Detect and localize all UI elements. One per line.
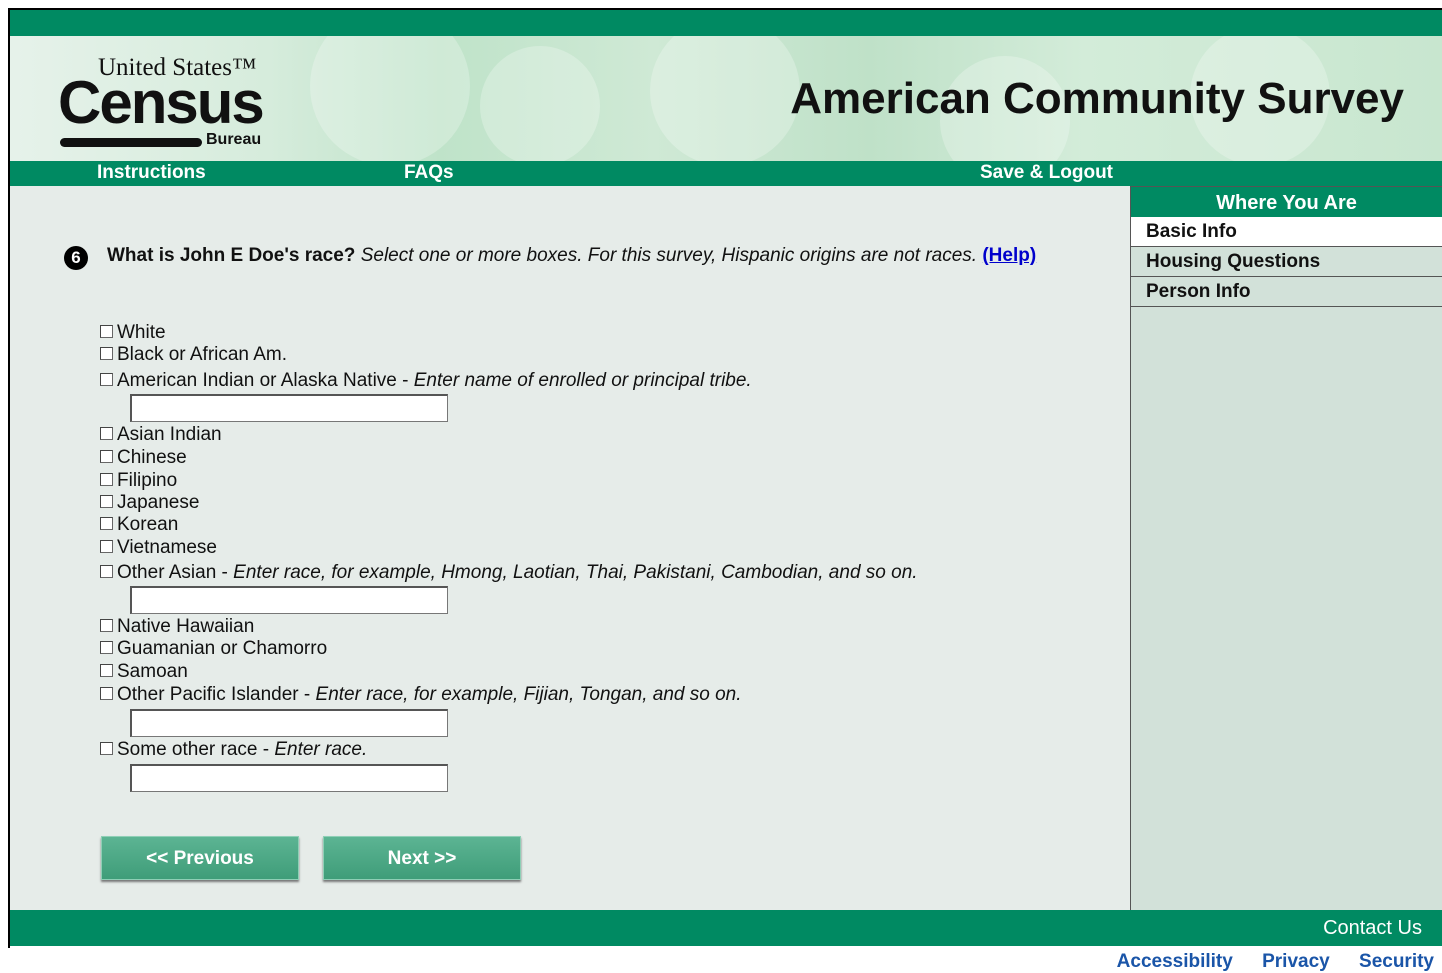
option-other-asian[interactable]: Other Asian - Enter race, for example, H… (100, 562, 918, 584)
option-label: Guamanian or Chamorro (117, 638, 328, 659)
footer-bar: Contact Us (10, 910, 1442, 946)
option-hint: Enter name of enrolled or principal trib… (413, 370, 752, 391)
option-samoan[interactable]: Samoan (100, 661, 188, 683)
option-label: Samoan (117, 661, 188, 682)
next-button[interactable]: Next >> (323, 836, 521, 880)
checkbox[interactable] (100, 641, 113, 654)
option-label: Chinese (117, 447, 187, 468)
option-white[interactable]: White (100, 322, 166, 344)
question-text: What is John E Doe's race? Select one or… (107, 243, 1054, 269)
option-label: Asian Indian (117, 424, 222, 445)
option-label: Other Pacific Islander - (117, 684, 316, 705)
logo-bureau: Bureau (206, 131, 262, 148)
option-black[interactable]: Black or African Am. (100, 344, 287, 366)
checkbox[interactable] (100, 517, 113, 530)
question-block: 6 What is John E Doe's race? Select one … (64, 243, 1054, 270)
checkbox[interactable] (100, 619, 113, 632)
checkbox[interactable] (100, 373, 113, 386)
option-native-hawaiian[interactable]: Native Hawaiian (100, 616, 254, 638)
checkbox[interactable] (100, 565, 113, 578)
checkbox[interactable] (100, 495, 113, 508)
checkbox[interactable] (100, 687, 113, 700)
option-other-pacific-islander[interactable]: Other Pacific Islander - Enter race, for… (100, 684, 742, 706)
option-asian-indian[interactable]: Asian Indian (100, 424, 222, 446)
previous-button[interactable]: << Previous (101, 836, 299, 880)
option-guamanian[interactable]: Guamanian or Chamorro (100, 638, 327, 660)
sidebar-heading: Where You Are (1131, 186, 1442, 217)
checkbox[interactable] (100, 664, 113, 677)
checkbox[interactable] (100, 742, 113, 755)
checkbox[interactable] (100, 325, 113, 338)
checkbox[interactable] (100, 347, 113, 360)
checkbox[interactable] (100, 473, 113, 486)
option-chinese[interactable]: Chinese (100, 447, 187, 469)
tribe-input[interactable] (130, 394, 448, 422)
option-label: White (117, 322, 166, 343)
sidebar-item-housing-questions[interactable]: Housing Questions (1131, 247, 1442, 277)
top-bar (10, 10, 1442, 36)
some-other-race-input[interactable] (130, 764, 448, 792)
option-hint: Enter race, for example, Fijian, Tongan,… (315, 684, 742, 705)
nav-bar: Instructions FAQs Save & Logout (10, 161, 1442, 186)
checkbox[interactable] (100, 427, 113, 440)
help-link[interactable]: (Help) (982, 245, 1036, 266)
option-filipino[interactable]: Filipino (100, 470, 177, 492)
nav-save-logout[interactable]: Save & Logout (980, 162, 1113, 184)
privacy-link[interactable]: Privacy (1262, 951, 1330, 972)
logo-bar (60, 138, 202, 147)
security-link[interactable]: Security (1359, 951, 1434, 972)
nav-faqs[interactable]: FAQs (404, 162, 454, 184)
option-label: Black or African Am. (117, 344, 288, 365)
option-hint: Enter race, for example, Hmong, Laotian,… (233, 562, 918, 583)
option-label: Korean (117, 514, 179, 535)
other-asian-input[interactable] (130, 586, 448, 614)
option-label: Filipino (117, 470, 178, 491)
accessibility-link[interactable]: Accessibility (1117, 951, 1233, 972)
checkbox[interactable] (100, 540, 113, 553)
option-label: Native Hawaiian (117, 616, 255, 637)
option-vietnamese[interactable]: Vietnamese (100, 537, 217, 559)
option-label: Other Asian - (117, 562, 234, 583)
option-hint: Enter race. (274, 739, 368, 760)
contact-us-link[interactable]: Contact Us (1323, 917, 1422, 940)
footer-links: Accessibility Privacy Security (1093, 951, 1434, 973)
option-korean[interactable]: Korean (100, 514, 178, 536)
sidebar-item-person-info[interactable]: Person Info (1131, 277, 1442, 307)
option-japanese[interactable]: Japanese (100, 492, 199, 514)
header-banner: United States™ Census Bureau American Co… (10, 36, 1442, 161)
survey-title: American Community Survey (790, 74, 1404, 123)
where-you-are-panel: Where You Are Basic Info Housing Questio… (1130, 186, 1442, 910)
option-label: Japanese (117, 492, 200, 513)
checkbox[interactable] (100, 450, 113, 463)
other-pacific-input[interactable] (130, 709, 448, 737)
question-number-badge: 6 (64, 246, 88, 270)
option-label: Vietnamese (117, 537, 217, 558)
question-instructions: Select one or more boxes. For this surve… (360, 245, 978, 266)
logo-census: Census (58, 69, 265, 136)
option-american-indian[interactable]: American Indian or Alaska Native - Enter… (100, 370, 752, 392)
census-logo[interactable]: United States™ Census Bureau (58, 54, 288, 154)
option-label: American Indian or Alaska Native - (117, 370, 414, 391)
option-label: Some other race - (117, 739, 275, 760)
sidebar-item-basic-info[interactable]: Basic Info (1131, 217, 1442, 247)
question-prompt: What is John E Doe's race? (107, 245, 356, 266)
nav-instructions[interactable]: Instructions (97, 162, 206, 184)
option-some-other-race[interactable]: Some other race - Enter race. (100, 739, 367, 761)
